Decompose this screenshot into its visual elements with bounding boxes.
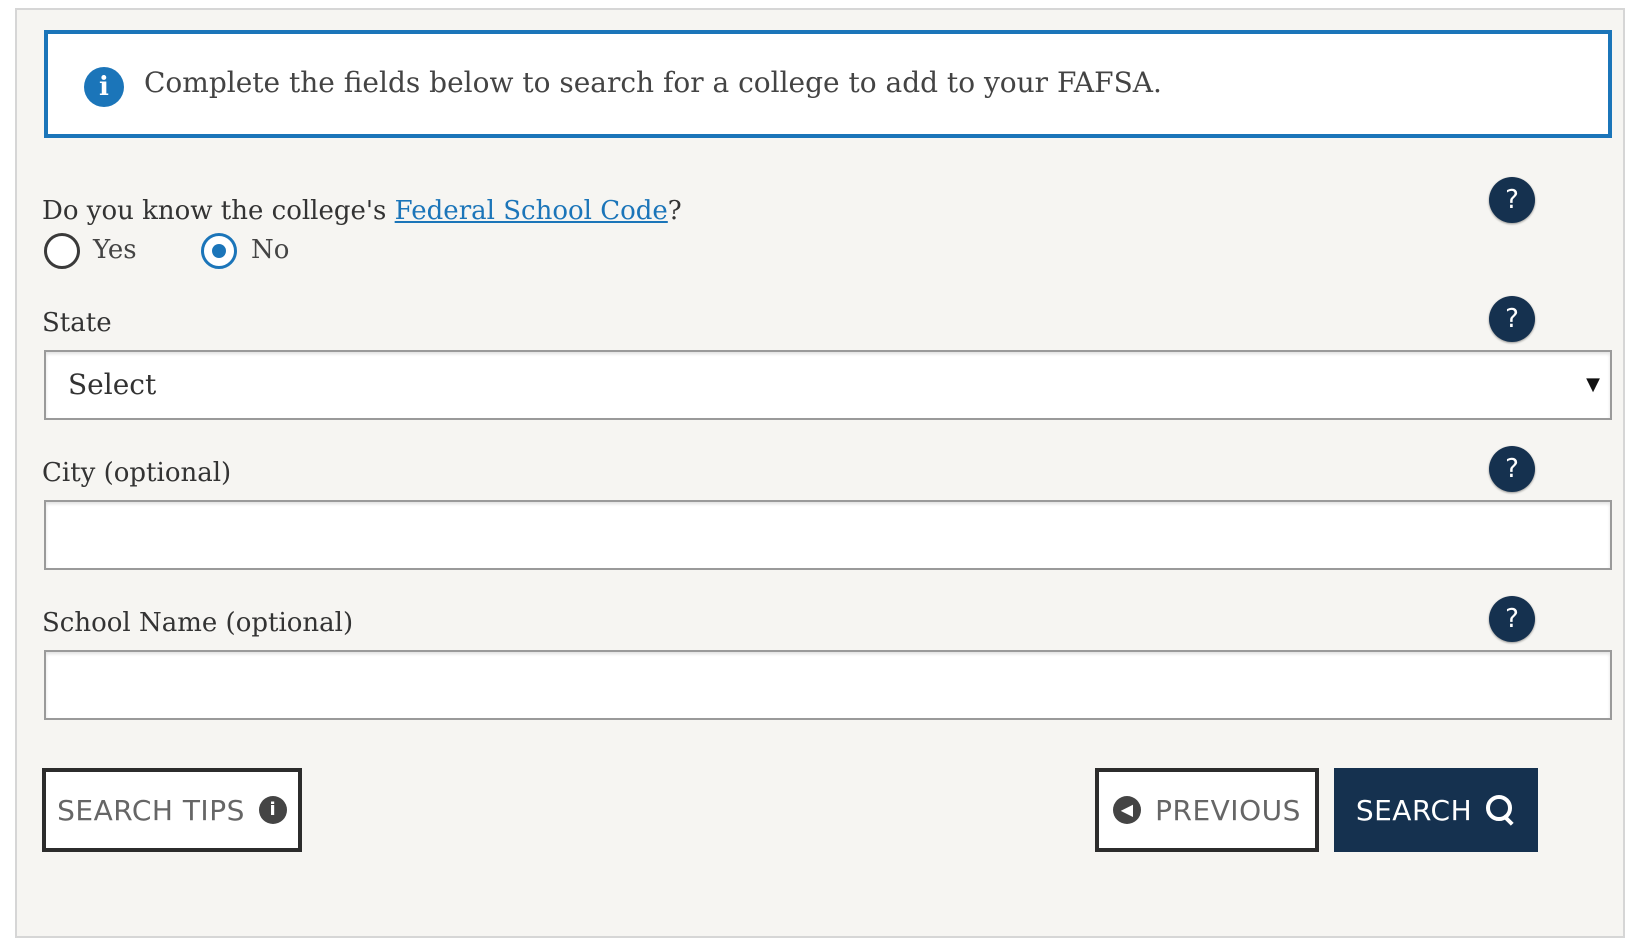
question-suffix: ?	[667, 196, 682, 226]
state-help-icon[interactable]: ?	[1489, 296, 1535, 342]
city-help-icon[interactable]: ?	[1489, 446, 1535, 492]
search-tips-label: SEARCH TIPS	[57, 793, 245, 827]
federal-code-help-icon[interactable]: ?	[1489, 177, 1535, 223]
radio-no-label[interactable]: No	[251, 235, 289, 265]
school-name-help-icon[interactable]: ?	[1489, 596, 1535, 642]
search-icon	[1486, 795, 1516, 825]
city-field[interactable]	[44, 500, 1612, 570]
radio-yes-label[interactable]: Yes	[93, 235, 137, 265]
state-select[interactable]: Select ▼	[44, 350, 1612, 420]
city-input[interactable]	[46, 502, 1610, 568]
question-prefix: Do you know the college's	[42, 196, 395, 226]
previous-button[interactable]: ◀ PREVIOUS	[1095, 768, 1319, 852]
search-button[interactable]: SEARCH	[1334, 768, 1538, 852]
arrow-left-icon: ◀	[1113, 796, 1142, 824]
state-label: State	[42, 308, 112, 338]
info-icon: i	[258, 796, 287, 824]
dropdown-arrow-icon: ▼	[1586, 374, 1600, 395]
search-label: SEARCH	[1355, 793, 1473, 827]
federal-school-code-question: Do you know the college's Federal School…	[42, 196, 682, 226]
school-name-field[interactable]	[44, 650, 1612, 720]
previous-label: PREVIOUS	[1155, 793, 1301, 827]
college-search-panel: i Complete the fields below to search fo…	[15, 8, 1625, 938]
search-tips-button[interactable]: SEARCH TIPS i	[42, 768, 302, 852]
school-name-label: School Name (optional)	[42, 608, 354, 638]
state-selected-value: Select	[68, 368, 157, 401]
alert-text: Complete the fields below to search for …	[144, 66, 1162, 99]
info-icon: i	[84, 67, 124, 107]
radio-yes[interactable]	[44, 233, 80, 269]
city-label: City (optional)	[42, 458, 232, 488]
school-name-input[interactable]	[46, 652, 1610, 718]
info-alert: i Complete the fields below to search fo…	[44, 30, 1612, 138]
federal-school-code-link[interactable]: Federal School Code	[395, 196, 668, 226]
radio-no[interactable]	[201, 233, 237, 269]
